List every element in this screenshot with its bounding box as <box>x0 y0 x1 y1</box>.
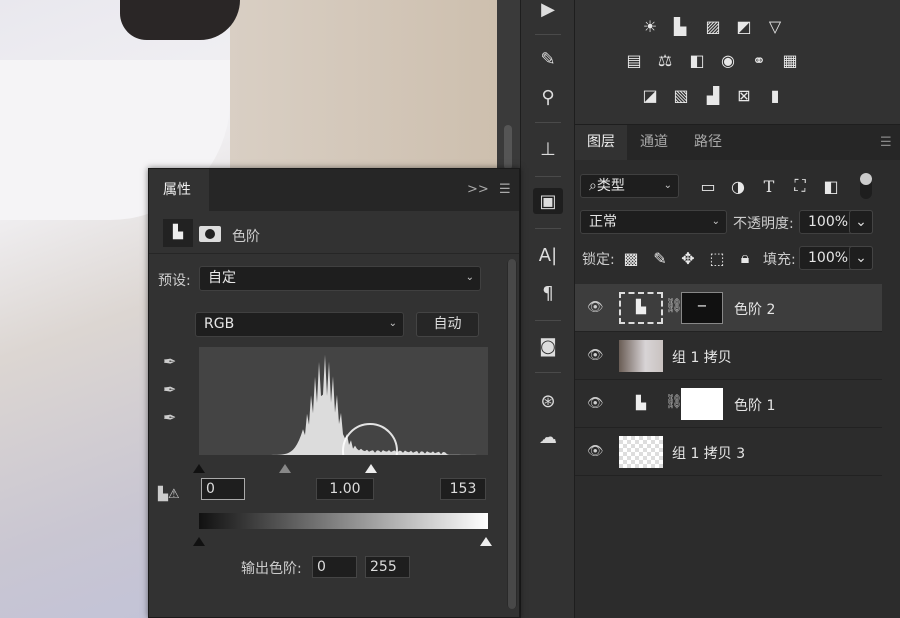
properties-scrollbar[interactable] <box>507 259 517 609</box>
fill-label: 填充: <box>763 249 796 269</box>
levels-icon[interactable]: ▙ <box>669 16 691 36</box>
exposure-icon[interactable]: ◩ <box>733 16 755 36</box>
filter-type-icon[interactable]: T <box>758 176 780 196</box>
layer-thumbnail[interactable] <box>619 340 663 372</box>
tab-paths[interactable]: 路径 <box>682 125 734 160</box>
layer-row[interactable]: 👁︎ ▙ ⛓ 色阶 1 <box>575 380 882 428</box>
layer-mask-thumbnail[interactable] <box>681 388 723 420</box>
layer-name[interactable]: 色阶 1 <box>734 395 775 415</box>
levels-adjustment-thumbnail[interactable]: ▙ <box>619 388 663 420</box>
output-black-field[interactable]: 0 <box>312 556 357 578</box>
filter-shape-icon[interactable]: ⛶ <box>789 176 811 196</box>
layer-row[interactable]: 👁︎ ▙ ⛓ − 色阶 2 <box>575 284 882 332</box>
tool-presets-icon[interactable]: ⚲ <box>533 84 563 110</box>
clipping-warning-icon[interactable]: ▙⚠ <box>158 487 180 502</box>
panel-dock-toolbar: ▶ ✎ ⚲ ⊥ ▣ A| ¶ ◙ ⊛ ☁ <box>520 0 575 618</box>
levels-icon[interactable]: ▙ <box>163 219 193 247</box>
creative-cloud-icon[interactable]: ☁ <box>533 424 563 450</box>
lock-artboard-icon[interactable]: ⬚ <box>706 248 728 268</box>
output-white-slider[interactable] <box>480 531 492 546</box>
input-white-slider[interactable] <box>365 458 377 473</box>
input-white-field[interactable]: 153 <box>440 478 486 500</box>
output-gradient-bar <box>199 513 488 529</box>
lock-label: 锁定: <box>582 249 615 269</box>
brush-presets-icon[interactable]: ✎ <box>533 46 563 72</box>
preset-label: 预设: <box>158 270 191 290</box>
opacity-dropdown[interactable]: ⌄ <box>849 210 873 234</box>
input-gamma-field[interactable]: 1.00 <box>316 478 374 500</box>
white-point-eyedropper-icon[interactable]: ✒ <box>163 408 176 427</box>
input-black-slider[interactable] <box>193 458 205 473</box>
search-icon: ⌕ <box>589 178 597 194</box>
histogram <box>199 347 488 455</box>
lock-position-icon[interactable]: ✥ <box>677 248 699 268</box>
panel-menu-icon[interactable]: ☰ <box>499 182 511 197</box>
layer-row[interactable]: 👁︎ 组 1 拷贝 <box>575 332 882 380</box>
tab-channels[interactable]: 通道 <box>628 125 680 160</box>
mask-icon[interactable] <box>199 226 221 242</box>
adjustment-name: 色阶 <box>232 226 260 246</box>
opacity-label: 不透明度: <box>733 213 794 233</box>
character-icon[interactable]: A| <box>533 242 563 268</box>
layer-row[interactable]: 👁︎ 组 1 拷贝 3 <box>575 428 882 476</box>
channel-select[interactable]: RGB⌄ <box>195 312 404 337</box>
lock-transparent-icon[interactable]: ▩ <box>620 248 642 268</box>
fill-dropdown[interactable]: ⌄ <box>849 246 873 270</box>
tab-layers[interactable]: 图层 <box>575 125 627 160</box>
output-levels-label: 输出色阶: <box>241 558 302 578</box>
paragraph-icon[interactable]: ¶ <box>533 280 563 306</box>
color-balance-icon[interactable]: ⚖ <box>654 50 676 70</box>
libraries-icon[interactable]: ⊛ <box>533 388 563 414</box>
layer-thumbnail[interactable] <box>619 436 663 468</box>
visibility-eye-icon[interactable]: 👁︎ <box>587 300 603 316</box>
layer-filter-select[interactable]: ⌕类型⌄ <box>580 174 679 198</box>
panel-menu-icon[interactable]: ☰ <box>880 135 892 150</box>
lock-image-icon[interactable]: ✎ <box>649 248 671 268</box>
selective-color-icon[interactable]: ⊠ <box>733 85 755 105</box>
collapse-icon[interactable]: >> <box>467 182 489 197</box>
layer-name[interactable]: 色阶 2 <box>734 299 775 319</box>
layer-name[interactable]: 组 1 拷贝 3 <box>672 443 745 463</box>
filter-adjustment-icon[interactable]: ◑ <box>727 176 749 196</box>
layer-name[interactable]: 组 1 拷贝 <box>672 347 732 367</box>
play-icon[interactable]: ▶ <box>533 0 563 22</box>
levels-adjustment-thumbnail[interactable]: ▙ <box>619 292 663 324</box>
properties-panel: 属性 >> ☰ ▙ 色阶 预设: 自定⌄ RGB⌄ 自动 ✒ ✒ ✒ ▙⚠ 0 … <box>148 168 520 618</box>
clone-source-icon[interactable]: ⊥ <box>533 136 563 162</box>
visibility-eye-icon[interactable]: 👁︎ <box>587 444 603 460</box>
properties-icon[interactable]: ▣ <box>533 188 563 214</box>
channel-mixer-icon[interactable]: ⚭ <box>748 50 770 70</box>
black-point-eyedropper-icon[interactable]: ✒ <box>163 352 176 371</box>
auto-button[interactable]: 自动 <box>416 312 479 337</box>
brightness-contrast-icon[interactable]: ☀ <box>639 16 661 36</box>
filter-toggle[interactable] <box>860 173 872 199</box>
photo-filter-icon[interactable]: ◉ <box>717 50 739 70</box>
gray-point-eyedropper-icon[interactable]: ✒ <box>163 380 176 399</box>
input-gamma-slider[interactable] <box>279 458 291 473</box>
color-lookup-icon[interactable]: ▦ <box>779 50 801 70</box>
lock-all-icon[interactable]: 🔒︎ <box>734 248 756 268</box>
blend-mode-select[interactable]: 正常⌄ <box>580 210 727 234</box>
vibrance-icon[interactable]: ▽ <box>764 16 786 36</box>
visibility-eye-icon[interactable]: 👁︎ <box>587 396 603 412</box>
filter-pixel-icon[interactable]: ▭ <box>697 176 719 196</box>
black-white-icon[interactable]: ◧ <box>686 50 708 70</box>
output-white-field[interactable]: 255 <box>365 556 410 578</box>
hue-saturation-icon[interactable]: ▤ <box>623 50 645 70</box>
properties-title[interactable]: 属性 <box>149 169 209 211</box>
visibility-eye-icon[interactable]: 👁︎ <box>587 348 603 364</box>
output-black-slider[interactable] <box>193 531 205 546</box>
preset-select[interactable]: 自定⌄ <box>199 266 481 291</box>
filter-smart-object-icon[interactable]: ◧ <box>820 176 842 196</box>
threshold-icon[interactable]: ▟ <box>702 85 724 105</box>
gradient-map-icon[interactable]: ▮ <box>764 85 786 105</box>
adjustments-panel: ☀ ▙ ▨ ◩ ▽ ▤ ⚖ ◧ ◉ ⚭ ▦ ◪ ▧ ▟ ⊠ ▮ <box>575 0 900 125</box>
layers-panel: 图层 通道 路径 ☰ ⌕类型⌄ ▭ ◑ T ⛶ ◧ 正常⌄ 不透明度: 100%… <box>575 125 900 618</box>
layer-mask-thumbnail[interactable]: − <box>681 292 723 324</box>
instagram-icon[interactable]: ◙ <box>533 333 563 359</box>
input-black-field[interactable]: 0 <box>201 478 245 500</box>
curves-icon[interactable]: ▨ <box>702 16 724 36</box>
posterize-icon[interactable]: ▧ <box>670 85 692 105</box>
invert-icon[interactable]: ◪ <box>639 85 661 105</box>
